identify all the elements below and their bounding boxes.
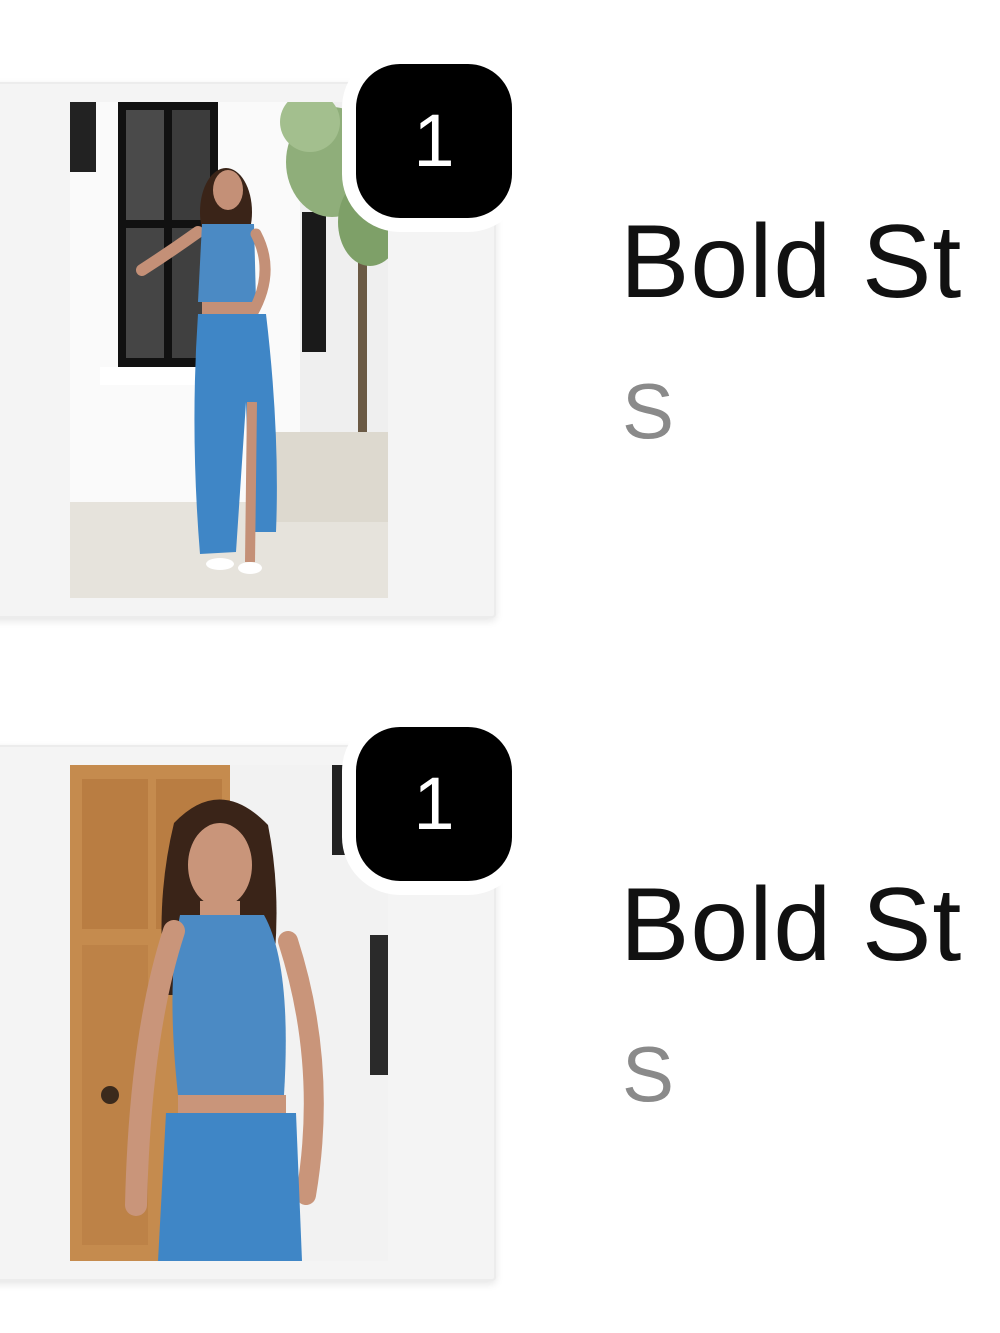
cart-line-item: 1 Bold St S: [0, 50, 1000, 618]
quantity-value: 1: [413, 99, 455, 182]
quantity-badge: 1: [342, 50, 526, 232]
product-title[interactable]: Bold St: [620, 210, 962, 314]
product-photo-full-length: [70, 102, 388, 598]
quantity-value: 1: [413, 762, 455, 845]
order-summary-list: 1 Bold St S 1 Bold St S: [0, 0, 1000, 1333]
product-photo-half-length: [70, 765, 388, 1261]
product-variant-size: S: [622, 1030, 675, 1118]
product-title[interactable]: Bold St: [620, 873, 962, 977]
cart-line-item: 1 Bold St S: [0, 713, 1000, 1281]
product-variant-size: S: [622, 367, 675, 455]
quantity-badge: 1: [342, 713, 526, 895]
